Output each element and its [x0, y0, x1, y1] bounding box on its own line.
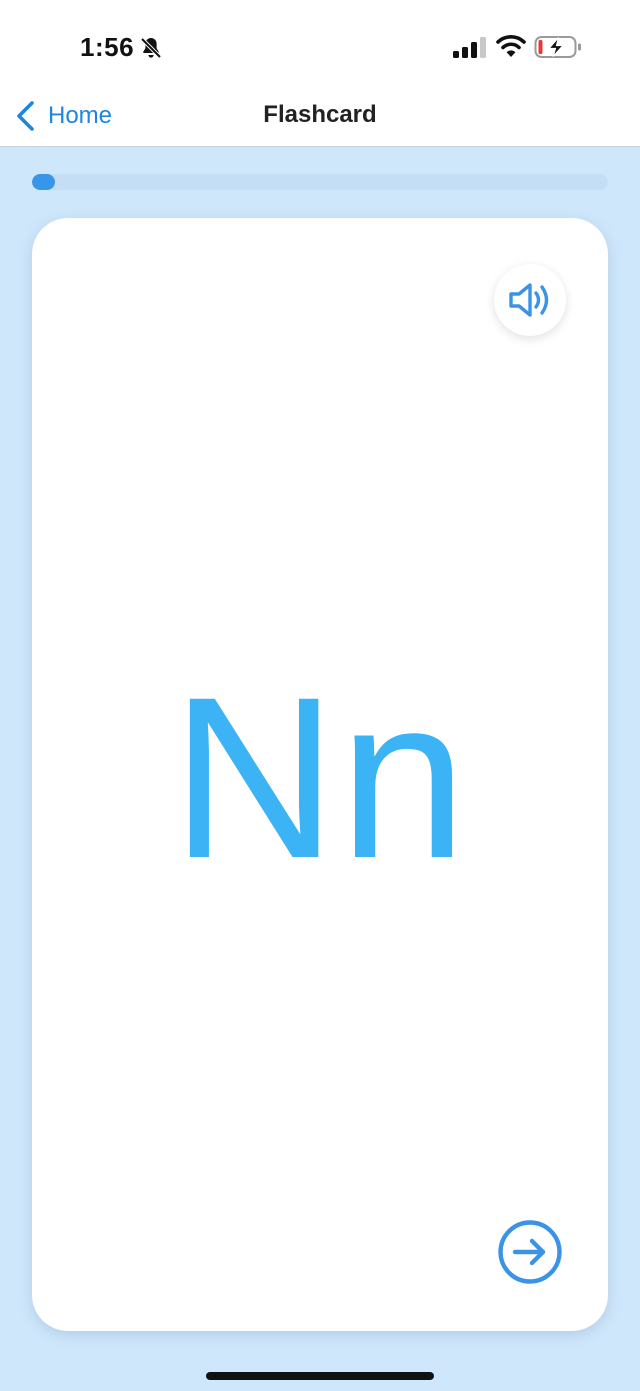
- play-sound-button[interactable]: [494, 264, 566, 336]
- flashcard[interactable]: Nn: [32, 218, 608, 1331]
- speaker-icon: [509, 283, 549, 317]
- bell-slash-icon: [140, 37, 162, 59]
- arrow-right-circle-icon[interactable]: [496, 1218, 564, 1286]
- wifi-icon: [496, 35, 526, 57]
- status-bar: 1:56: [0, 0, 640, 86]
- home-indicator[interactable]: [206, 1372, 434, 1380]
- status-time: 1:56: [80, 32, 135, 62]
- navigation-bar: Home Flashcard: [0, 86, 640, 147]
- page-title: Flashcard: [263, 101, 377, 128]
- battery-charging-icon: [534, 36, 581, 58]
- flashcard-letter: Nn: [170, 649, 469, 906]
- cellular-signal-icon: [453, 37, 486, 58]
- progress-fill: [32, 174, 56, 190]
- progress-bar: [32, 174, 608, 190]
